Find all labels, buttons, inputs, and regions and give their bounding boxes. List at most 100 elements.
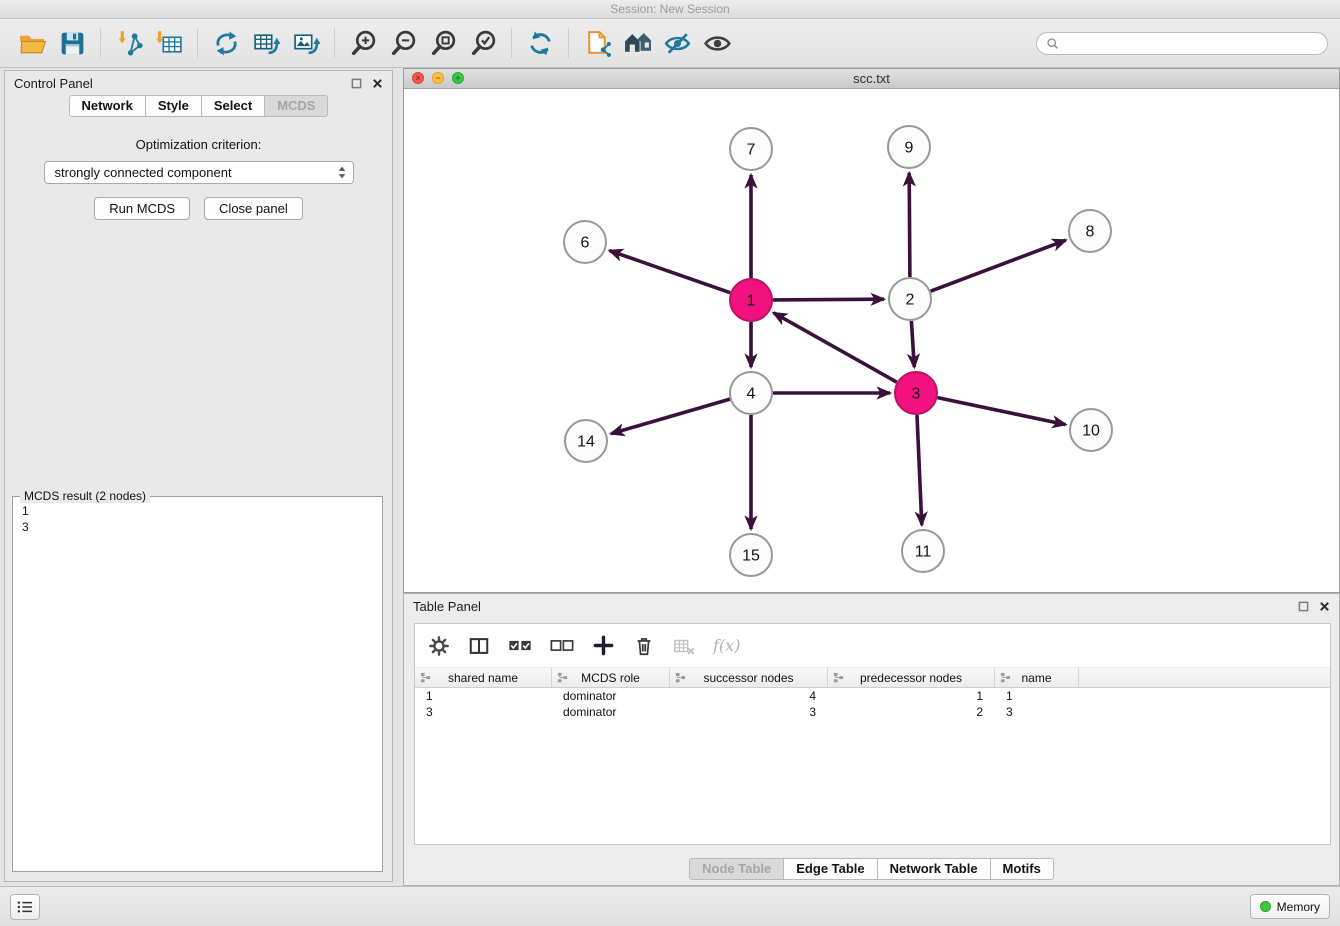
new-network-button[interactable] (206, 23, 246, 63)
table-row[interactable]: 1dominator411 (415, 688, 1330, 704)
memory-button[interactable]: Memory (1250, 894, 1330, 919)
float-window-icon[interactable] (351, 78, 362, 89)
node-11[interactable]: 11 (902, 530, 944, 572)
float-window-icon[interactable] (1298, 601, 1309, 612)
search-icon (1046, 37, 1059, 50)
column-header-shared-name[interactable]: shared name (415, 668, 552, 687)
edge-2-9[interactable] (909, 173, 910, 277)
eye-slash-icon (663, 29, 692, 58)
tab-mcds[interactable]: MCDS (264, 95, 328, 117)
network-overview-button[interactable] (617, 23, 657, 63)
import-network-icon (115, 29, 144, 58)
node-10[interactable]: 10 (1070, 409, 1112, 451)
svg-text:7: 7 (747, 142, 756, 159)
column-header-predecessor-nodes[interactable]: predecessor nodes (828, 668, 995, 687)
toolbar-separator (334, 28, 335, 58)
svg-text:3: 3 (912, 386, 921, 403)
table-settings-button[interactable] (428, 635, 450, 657)
svg-text:15: 15 (742, 548, 760, 565)
column-header-label: predecessor nodes (860, 671, 962, 685)
tab-style[interactable]: Style (145, 95, 202, 117)
edge-1-6[interactable] (610, 251, 731, 293)
network-window-titlebar: scc.txt (404, 69, 1339, 89)
table-panel-tabs: Node TableEdge TableNetwork TableMotifs (404, 858, 1339, 880)
minimize-window-button[interactable] (432, 72, 444, 84)
split-table-button[interactable] (468, 635, 490, 657)
import-table-icon (155, 29, 184, 58)
tab-edge-table[interactable]: Edge Table (783, 858, 877, 880)
node-14[interactable]: 14 (565, 420, 607, 462)
close-panel-icon[interactable] (1319, 601, 1330, 612)
function-builder-button[interactable]: f(x) (713, 636, 740, 655)
show-graphics-details-button[interactable] (697, 23, 737, 63)
edge-2-8[interactable] (931, 240, 1066, 291)
node-9[interactable]: 9 (888, 126, 930, 168)
import-network-file-button[interactable] (109, 23, 149, 63)
tab-network[interactable]: Network (69, 95, 146, 117)
criterion-dropdown[interactable]: strongly connected component (44, 161, 354, 184)
table-cell: dominator (552, 705, 670, 719)
search-input[interactable] (1064, 35, 1318, 51)
column-header-MCDS-role[interactable]: MCDS role (552, 668, 670, 687)
zoom-out-button[interactable] (383, 23, 423, 63)
tab-select[interactable]: Select (201, 95, 265, 117)
memory-status-icon (1260, 901, 1271, 912)
delete-column-button[interactable] (633, 635, 655, 657)
zoom-selected-button[interactable] (463, 23, 503, 63)
column-header-name[interactable]: name (995, 668, 1079, 687)
node-3[interactable]: 3 (895, 372, 937, 414)
hide-style-button[interactable] (657, 23, 697, 63)
close-panel-button[interactable]: Close panel (204, 197, 303, 220)
svg-text:9: 9 (905, 140, 914, 157)
tab-motifs[interactable]: Motifs (990, 858, 1054, 880)
close-panel-icon[interactable] (372, 78, 383, 89)
edge-2-3[interactable] (911, 321, 914, 367)
network-canvas[interactable]: 7 9 6 8 1 2 4 3 14 10 15 11 (404, 89, 1339, 593)
svg-text:4: 4 (747, 386, 756, 403)
select-all-button[interactable] (508, 637, 532, 654)
main-toolbar (0, 19, 1340, 68)
node-1[interactable]: 1 (730, 279, 772, 321)
delete-table-icon (673, 635, 695, 657)
save-session-button[interactable] (52, 23, 92, 63)
dropdown-stepper-icon (337, 165, 347, 180)
tab-node-table[interactable]: Node Table (689, 858, 784, 880)
zoom-in-icon (349, 29, 378, 58)
tab-network-table[interactable]: Network Table (877, 858, 991, 880)
close-window-button[interactable] (412, 72, 424, 84)
edge-3-11[interactable] (917, 415, 922, 525)
zoom-window-button[interactable] (452, 72, 464, 84)
edge-3-1[interactable] (774, 313, 897, 382)
copy-network-button[interactable] (577, 23, 617, 63)
table-row[interactable]: 3dominator323 (415, 704, 1330, 720)
zoom-fit-button[interactable] (423, 23, 463, 63)
search-box[interactable] (1036, 32, 1328, 55)
open-session-button[interactable] (12, 23, 52, 63)
node-7[interactable]: 7 (730, 128, 772, 170)
edge-1-2[interactable] (773, 299, 884, 300)
node-4[interactable]: 4 (730, 372, 772, 414)
edge-4-14[interactable] (611, 399, 730, 434)
node-6[interactable]: 6 (564, 221, 606, 263)
task-history-button[interactable] (10, 894, 40, 920)
node-15[interactable]: 15 (730, 534, 772, 576)
column-type-icon (675, 672, 686, 683)
deselect-all-button[interactable] (550, 637, 574, 654)
app-title: Session: New Session (610, 2, 729, 16)
edge-3-10[interactable] (938, 398, 1066, 425)
table-toolbar: f(x) (415, 624, 1330, 668)
zoom-in-button[interactable] (343, 23, 383, 63)
node-2[interactable]: 2 (889, 278, 931, 320)
apply-layout-button[interactable] (520, 23, 560, 63)
export-table-button[interactable] (246, 23, 286, 63)
svg-text:11: 11 (915, 544, 932, 561)
delete-table-button[interactable] (673, 635, 695, 657)
document-network-icon (583, 29, 612, 58)
run-mcds-button[interactable]: Run MCDS (94, 197, 190, 220)
import-table-file-button[interactable] (149, 23, 189, 63)
column-header-successor-nodes[interactable]: successor nodes (670, 668, 828, 687)
node-8[interactable]: 8 (1069, 210, 1111, 252)
add-column-button[interactable] (592, 634, 615, 657)
export-image-button[interactable] (286, 23, 326, 63)
close-panel-label: Close panel (219, 201, 288, 216)
